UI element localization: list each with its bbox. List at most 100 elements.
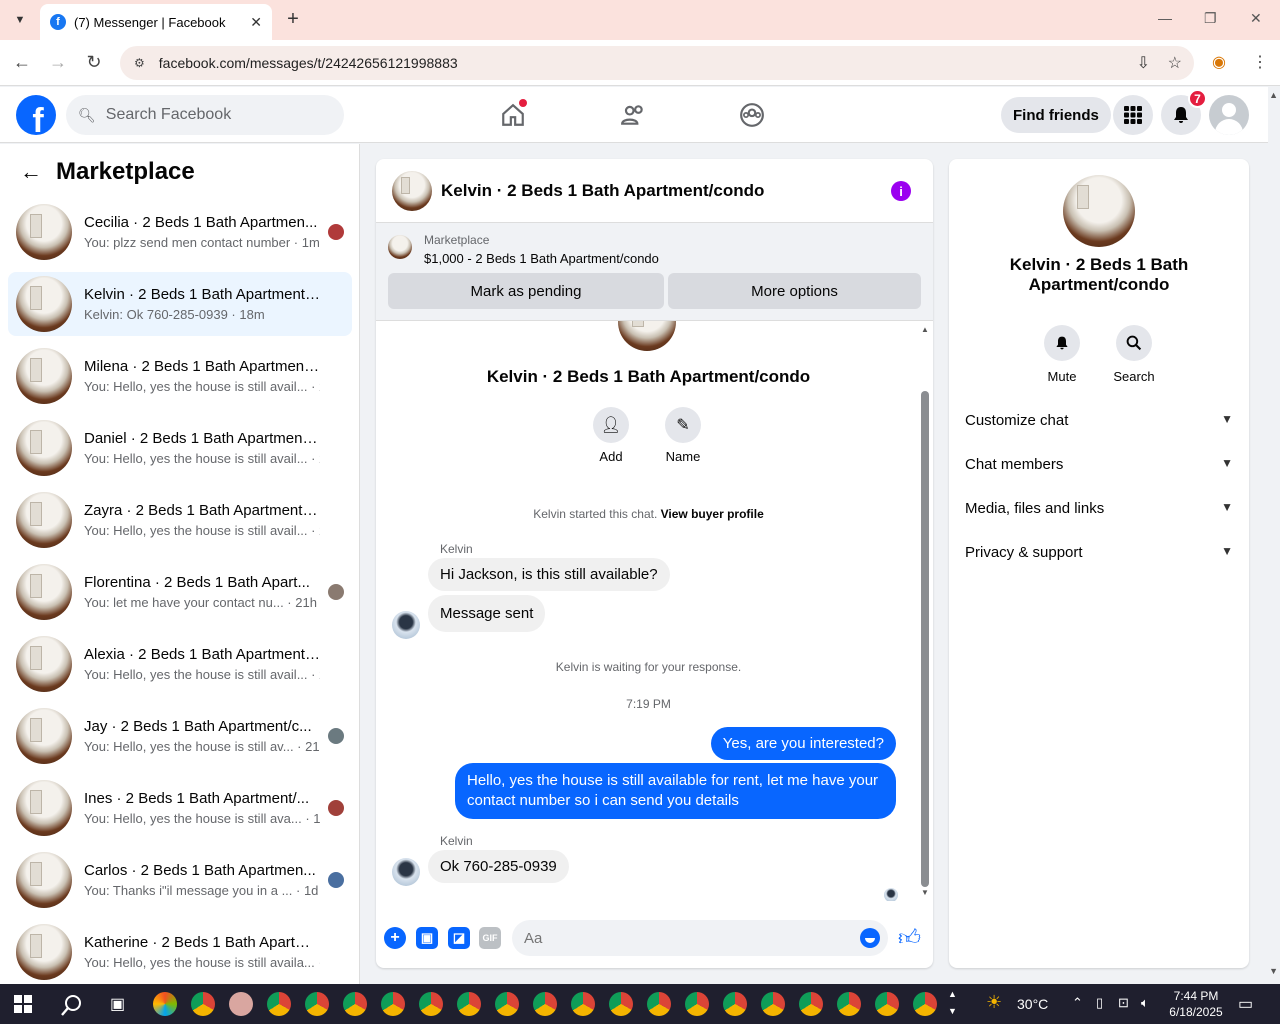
close-window-icon[interactable]: ✕: [1250, 10, 1262, 27]
conversation-item-active[interactable]: Kelvin · 2 Beds 1 Bath Apartment/c... Kel…: [8, 272, 352, 336]
chat-title[interactable]: Kelvin · 2 Beds 1 Bath Apartment/condo: [441, 181, 764, 201]
customize-chat-section[interactable]: Customize chat ▼: [965, 412, 1233, 429]
chrome-profile-icon[interactable]: [609, 992, 633, 1016]
search-in-chat-button[interactable]: Search: [1104, 325, 1164, 384]
info-icon[interactable]: i: [891, 181, 911, 201]
incoming-message[interactable]: Message sent: [428, 595, 546, 632]
facebook-logo-icon[interactable]: f: [16, 95, 56, 135]
conversation-item[interactable]: Cecilia · 2 Beds 1 Bath Apartmen... You: …: [8, 200, 352, 264]
menu-button[interactable]: [1113, 95, 1153, 135]
taskbar-search-icon[interactable]: [61, 994, 83, 1016]
clock[interactable]: 7:44 PM 6/18/2025: [1168, 988, 1224, 1020]
volume-icon[interactable]: 🔈︎: [1141, 995, 1149, 1011]
chrome-profile-icon[interactable]: [457, 992, 481, 1016]
edit-name-button[interactable]: ✎ Name: [653, 407, 713, 464]
battery-icon[interactable]: ▯: [1096, 995, 1103, 1011]
conversation-item[interactable]: Daniel · 2 Beds 1 Bath Apartment/... You:…: [8, 416, 352, 480]
conversation-item[interactable]: Carlos · 2 Beds 1 Bath Apartmen... You: T…: [8, 848, 352, 912]
outgoing-message[interactable]: Yes, are you interested?: [710, 727, 896, 760]
chrome-profile-icon[interactable]: [495, 992, 519, 1016]
page-scroll-down-icon[interactable]: ▼: [1269, 966, 1278, 976]
emoji-icon[interactable]: [860, 928, 880, 948]
conversation-item[interactable]: Alexia · 2 Beds 1 Bath Apartment/c... You…: [8, 632, 352, 696]
bookmark-star-icon[interactable]: ☆: [1168, 53, 1182, 73]
chrome-profile-icon[interactable]: [381, 992, 405, 1016]
chrome-profile-icon[interactable]: [571, 992, 595, 1016]
install-icon[interactable]: ⇩: [1137, 53, 1150, 73]
sticker-icon[interactable]: ◪: [448, 927, 470, 949]
chrome-profile-icon[interactable]: [761, 992, 785, 1016]
incoming-message[interactable]: Ok 760-285-0939: [428, 850, 569, 883]
thumbs-up-icon[interactable]: 👍︎: [898, 924, 921, 951]
add-people-button[interactable]: 👤︎ Add: [581, 407, 641, 464]
restore-icon[interactable]: ❐: [1204, 10, 1217, 27]
friends-nav-button[interactable]: [613, 99, 653, 131]
chrome-profile-icon[interactable]: [533, 992, 557, 1016]
chrome-profile-icon[interactable]: [647, 992, 671, 1016]
chrome-profile-icon[interactable]: [875, 992, 899, 1016]
close-tab-icon[interactable]: ✕: [250, 14, 262, 31]
notifications-button[interactable]: 7: [1161, 89, 1207, 135]
windows-start-icon[interactable]: [14, 995, 32, 1013]
plus-icon[interactable]: +: [384, 927, 406, 949]
address-bar[interactable]: ⚙ facebook.com/messages/t/24242656121998…: [120, 46, 1194, 80]
profile-icon[interactable]: ◉: [1212, 52, 1226, 72]
site-info-icon[interactable]: ⚙: [134, 56, 145, 70]
message-scrollbar[interactable]: ▲ ▼: [921, 325, 929, 897]
paint-icon[interactable]: [229, 992, 253, 1016]
browser-tab[interactable]: f (7) Messenger | Facebook ✕: [40, 4, 272, 40]
chrome-profile-icon[interactable]: [305, 992, 329, 1016]
chrome-profile-icon[interactable]: [685, 992, 709, 1016]
page-scroll-up-icon[interactable]: ▲: [1269, 90, 1278, 100]
notification-center-icon[interactable]: ▭: [1238, 994, 1253, 1014]
gif-icon[interactable]: GIF: [479, 927, 501, 949]
chrome-profile-icon[interactable]: [913, 992, 937, 1016]
view-buyer-profile-link[interactable]: View buyer profile: [661, 507, 764, 521]
mute-button[interactable]: Mute: [1032, 325, 1092, 384]
find-friends-button[interactable]: Find friends: [1001, 97, 1111, 133]
sender-avatar[interactable]: [392, 611, 420, 639]
back-arrow-icon[interactable]: ←: [20, 159, 42, 185]
privacy-support-section[interactable]: Privacy & support ▼: [965, 544, 1233, 561]
home-nav-button[interactable]: [493, 99, 533, 131]
listing-price[interactable]: $1,000 - 2 Beds 1 Bath Apartment/condo: [424, 251, 659, 266]
conversation-item[interactable]: Katherine · 2 Beds 1 Bath Apartme... You:…: [8, 920, 352, 984]
new-tab-button[interactable]: +: [282, 8, 304, 30]
facebook-search[interactable]: 🔍︎ Search Facebook: [66, 95, 344, 135]
reload-icon[interactable]: ↻: [83, 52, 105, 73]
chrome-profile-icon[interactable]: [343, 992, 367, 1016]
conversation-item[interactable]: Jay · 2 Beds 1 Bath Apartment/c... You: H…: [8, 704, 352, 768]
incoming-message[interactable]: Hi Jackson, is this still available?: [428, 558, 670, 591]
conversation-item[interactable]: Florentina · 2 Beds 1 Bath Apart... You: …: [8, 560, 352, 624]
network-icon[interactable]: ⊡: [1118, 995, 1129, 1011]
chat-avatar[interactable]: [392, 170, 432, 211]
taskbar-overflow-icon[interactable]: ▲ ▼: [948, 986, 957, 1020]
groups-nav-button[interactable]: [732, 99, 772, 131]
scrollbar-thumb[interactable]: [921, 391, 929, 887]
chrome-icon[interactable]: [191, 992, 215, 1016]
sender-avatar[interactable]: [392, 858, 420, 886]
more-options-button[interactable]: More options: [668, 273, 921, 309]
show-hidden-icons[interactable]: ⌃: [1072, 995, 1083, 1011]
forward-icon[interactable]: →: [47, 52, 69, 73]
minimize-icon[interactable]: —: [1158, 10, 1172, 26]
copilot-icon[interactable]: [153, 992, 177, 1016]
chat-members-section[interactable]: Chat members ▼: [965, 456, 1233, 473]
weather-icon[interactable]: ☀: [986, 992, 1002, 1013]
account-avatar[interactable]: [1209, 95, 1249, 135]
browser-menu-icon[interactable]: ⋮: [1252, 52, 1268, 72]
conversation-item[interactable]: Milena · 2 Beds 1 Bath Apartment/... You:…: [8, 344, 352, 408]
message-input[interactable]: [512, 920, 888, 956]
chrome-profile-icon[interactable]: [267, 992, 291, 1016]
conversation-item[interactable]: Ines · 2 Beds 1 Bath Apartment/... You: H…: [8, 776, 352, 840]
chrome-profile-icon[interactable]: [799, 992, 823, 1016]
task-view-icon[interactable]: ▣: [110, 994, 125, 1014]
chrome-profile-icon[interactable]: [837, 992, 861, 1016]
chrome-profile-icon[interactable]: [723, 992, 747, 1016]
temperature[interactable]: 30°C: [1017, 996, 1048, 1012]
tab-list-button[interactable]: ▼: [8, 8, 32, 32]
conversation-item[interactable]: Zayra · 2 Beds 1 Bath Apartment/c... You:…: [8, 488, 352, 552]
media-files-links-section[interactable]: Media, files and links ▼: [965, 500, 1233, 517]
outgoing-message[interactable]: Hello, yes the house is still available …: [455, 763, 896, 819]
mark-pending-button[interactable]: Mark as pending: [388, 273, 664, 309]
